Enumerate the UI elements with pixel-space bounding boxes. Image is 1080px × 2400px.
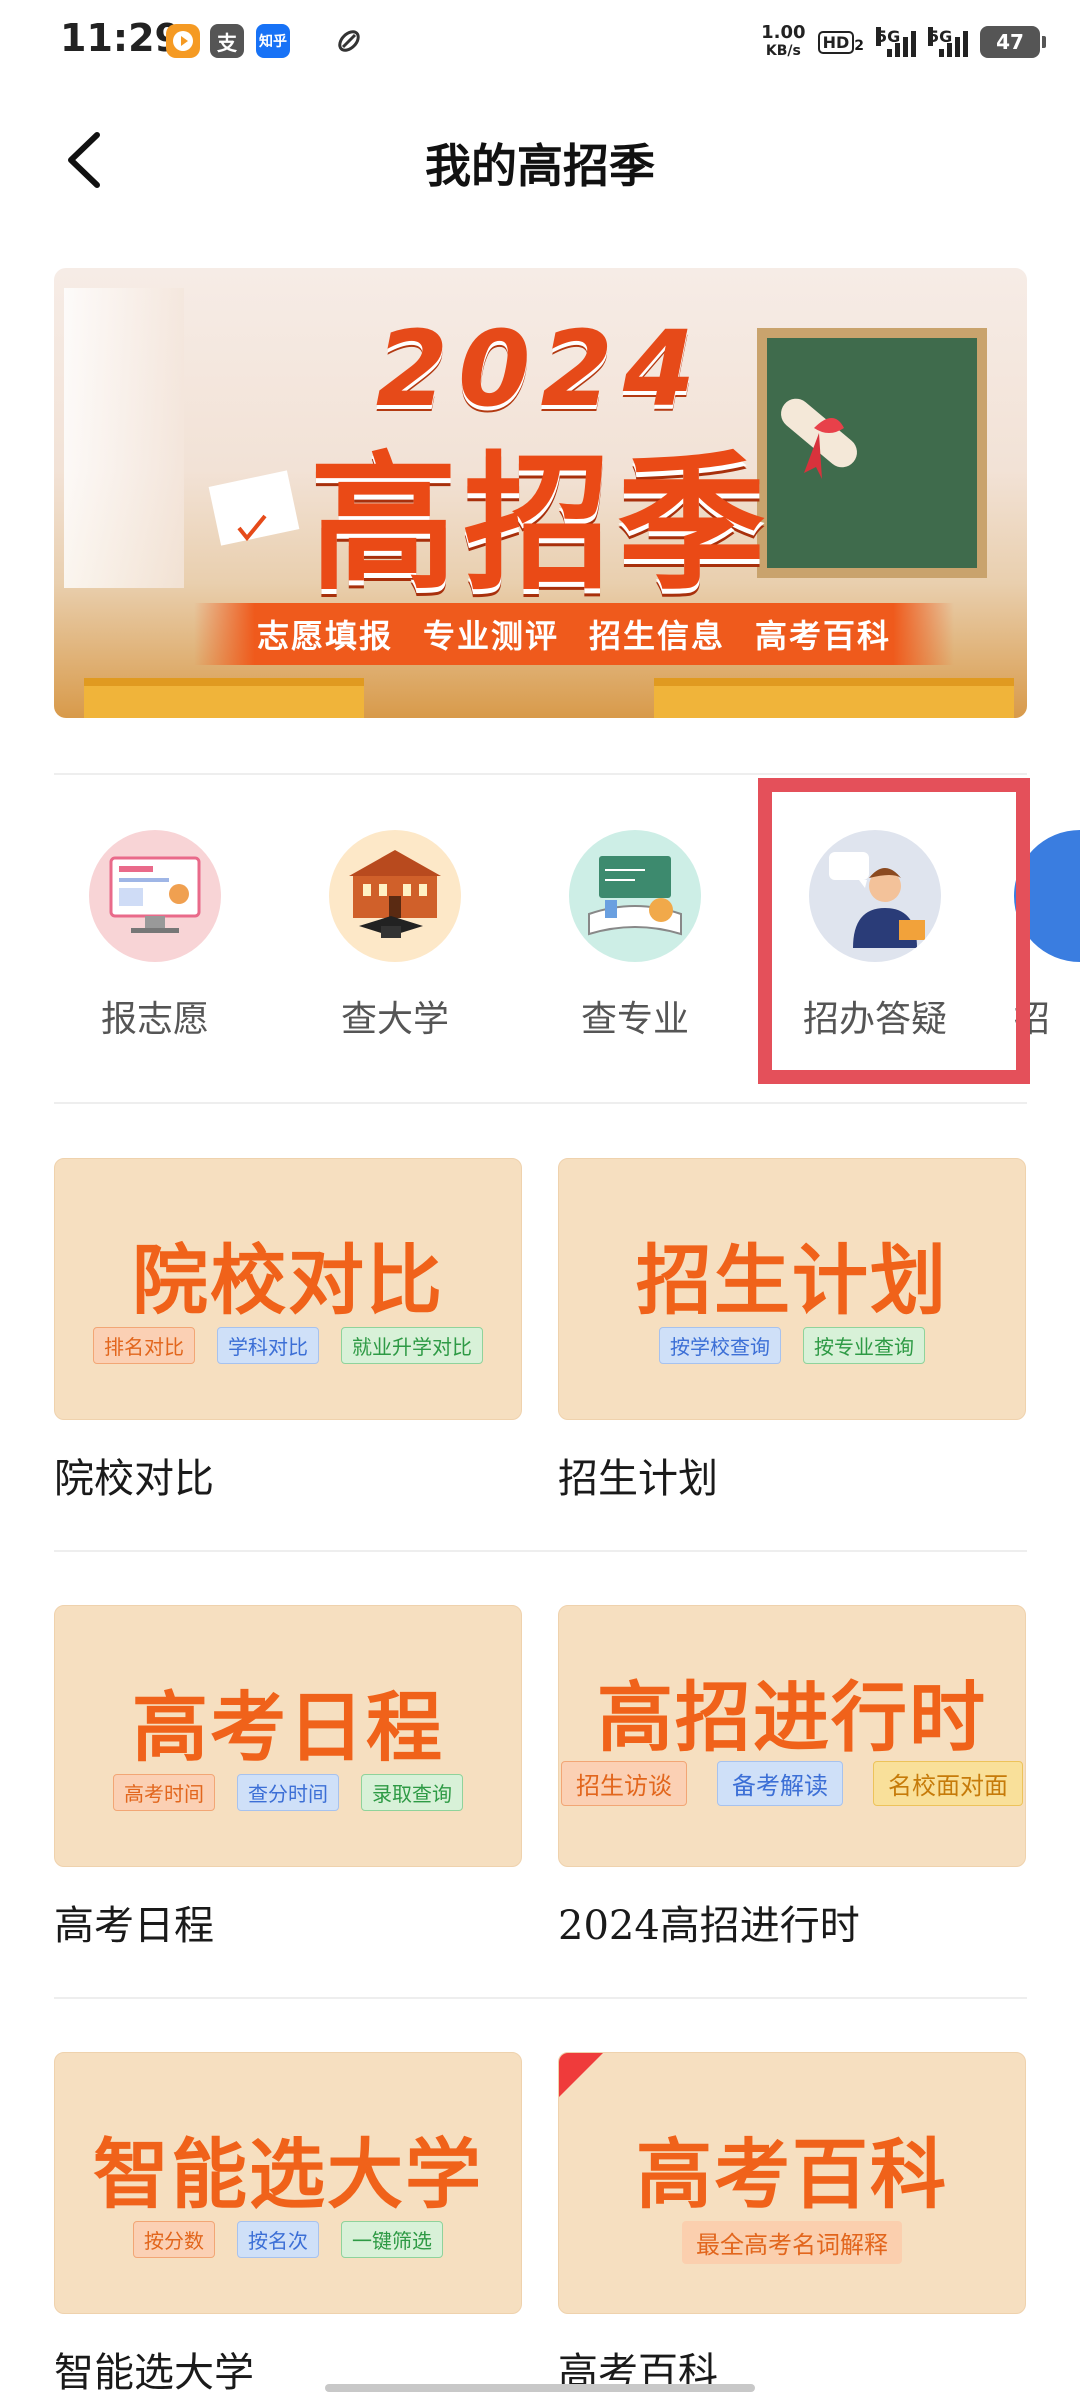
card-thumbnail: 智能选大学 按分数 按名次 一键筛选 — [54, 2052, 522, 2314]
status-indicators: 1.00 KB/s HD 2 5G 5G 47 — [761, 18, 1046, 66]
tag: 学科对比 — [217, 1327, 319, 1364]
tag: 招生访谈 — [561, 1761, 687, 1806]
card-title: 招生计划 — [558, 1456, 718, 1502]
nav-item-major[interactable]: 查专业 — [534, 790, 734, 1090]
banner-item: 专业测评 — [422, 617, 559, 655]
card-headline: 高招进行时 — [597, 1673, 987, 1762]
signal-icon-1: 5G — [876, 27, 916, 57]
tag-row: 按学校查询 按专业查询 — [559, 1327, 1025, 1364]
card-thumbnail: 院校对比 排名对比 学科对比 就业升学对比 — [54, 1158, 522, 1420]
major-books-icon — [569, 830, 701, 962]
nav-label: 招 — [1014, 999, 1051, 1040]
header: 我的高招季 — [0, 100, 1080, 220]
divider — [54, 773, 1027, 775]
tag: 最全高考名词解释 — [682, 2221, 902, 2264]
status-time: 11:29 — [60, 16, 181, 60]
signal-icon-2: 5G — [928, 27, 968, 57]
banner-item: 志愿填报 — [256, 617, 393, 655]
university-icon — [329, 830, 461, 962]
tag: 按学校查询 — [659, 1327, 781, 1364]
divider — [54, 1550, 1027, 1552]
partial-icon — [1014, 830, 1080, 962]
card-headline: 院校对比 — [132, 1236, 444, 1325]
tag-row: 招生访谈 备考解读 名校面对面 — [559, 1761, 1025, 1806]
card-school-compare[interactable]: 院校对比 排名对比 学科对比 就业升学对比 院校对比 — [54, 1158, 522, 1504]
card-headline: 高考日程 — [132, 1683, 444, 1772]
nav-label: 查专业 — [580, 999, 689, 1040]
card-smart-select[interactable]: 智能选大学 按分数 按名次 一键筛选 智能选大学 — [54, 2052, 522, 2398]
nav-item-partial[interactable]: 招 — [1014, 790, 1080, 1090]
tag: 名校面对面 — [873, 1761, 1023, 1806]
tag: 高考时间 — [113, 1774, 215, 1811]
video-app-icon — [166, 24, 200, 58]
card-admission-live[interactable]: 高招进行时 招生访谈 备考解读 名校面对面 2024高招进行时 — [558, 1605, 1026, 1951]
nav-item-admission-qa[interactable]: 招办答疑 — [774, 790, 974, 1090]
banner-desk-decor — [84, 678, 364, 718]
banner-title: 高招季 — [309, 438, 772, 610]
tag: 按名次 — [237, 2221, 319, 2258]
banner-item: 招生信息 — [589, 617, 726, 655]
consultant-icon — [809, 830, 941, 962]
tag: 录取查询 — [361, 1774, 463, 1811]
nav-label: 招办答疑 — [802, 999, 947, 1040]
card-thumbnail: 招生计划 按学校查询 按专业查询 — [558, 1158, 1026, 1420]
nav-label: 报志愿 — [100, 999, 209, 1040]
banner-ribbon: 志愿填报 专业测评 招生信息 高考百科 — [194, 603, 954, 665]
nav-label: 查大学 — [340, 999, 449, 1040]
card-title: 高考日程 — [54, 1903, 214, 1949]
card-enrollment-plan[interactable]: 招生计划 按学校查询 按专业查询 招生计划 — [558, 1158, 1026, 1504]
card-headline: 智能选大学 — [93, 2130, 483, 2219]
alipay-icon: 支 — [210, 24, 244, 58]
card-headline: 高考百科 — [636, 2130, 948, 2219]
tag: 备考解读 — [717, 1761, 843, 1806]
status-bar: 11:29 支 知乎 1.00 KB/s HD 2 5G 5G 47 — [0, 0, 1080, 84]
tag-row: 排名对比 学科对比 就业升学对比 — [55, 1327, 521, 1364]
banner-item: 高考百科 — [755, 617, 892, 655]
page-title: 我的高招季 — [425, 139, 655, 193]
card-title: 院校对比 — [54, 1456, 214, 1502]
banner-desk-decor — [654, 678, 1014, 718]
divider — [54, 1102, 1027, 1104]
card-exam-schedule[interactable]: 高考日程 高考时间 查分时间 录取查询 高考日程 — [54, 1605, 522, 1951]
nav-item-university[interactable]: 查大学 — [294, 790, 494, 1090]
tag: 一键筛选 — [341, 2221, 443, 2258]
hero-banner[interactable]: 2024 高招季 志愿填报 专业测评 招生信息 高考百科 — [54, 268, 1027, 718]
home-indicator[interactable] — [325, 2384, 755, 2392]
tag: 排名对比 — [93, 1327, 195, 1364]
tag: 按专业查询 — [803, 1327, 925, 1364]
card-thumbnail: 高考日程 高考时间 查分时间 录取查询 — [54, 1605, 522, 1867]
tag-row: 高考时间 查分时间 录取查询 — [55, 1774, 521, 1811]
tag: 按分数 — [133, 2221, 215, 2258]
tag-row: 按分数 按名次 一键筛选 — [55, 2221, 521, 2258]
battery-icon: 47 — [980, 26, 1046, 58]
corner-mark — [559, 2053, 603, 2097]
card-thumbnail: 高招进行时 招生访谈 备考解读 名校面对面 — [558, 1605, 1026, 1867]
nav-item-apply[interactable]: 报志愿 — [54, 790, 254, 1090]
card-thumbnail: 高考百科 最全高考名词解释 — [558, 2052, 1026, 2314]
divider — [54, 1997, 1027, 1999]
quick-nav: 报志愿 查大学 查专业 招办答疑 招 — [54, 790, 1080, 1090]
application-form-icon — [89, 830, 221, 962]
zhihu-icon: 知乎 — [256, 24, 290, 58]
tag-row: 最全高考名词解释 — [559, 2221, 1025, 2264]
card-headline: 招生计划 — [636, 1236, 948, 1325]
link-icon — [332, 24, 366, 58]
tag: 就业升学对比 — [341, 1327, 483, 1364]
hd-icon: HD 2 — [817, 30, 864, 54]
net-speed: 1.00 KB/s — [761, 22, 806, 60]
card-exam-encyclopedia[interactable]: 高考百科 最全高考名词解释 高考百科 — [558, 2052, 1026, 2398]
card-title: 2024高招进行时 — [558, 1903, 860, 1949]
tag: 查分时间 — [237, 1774, 339, 1811]
